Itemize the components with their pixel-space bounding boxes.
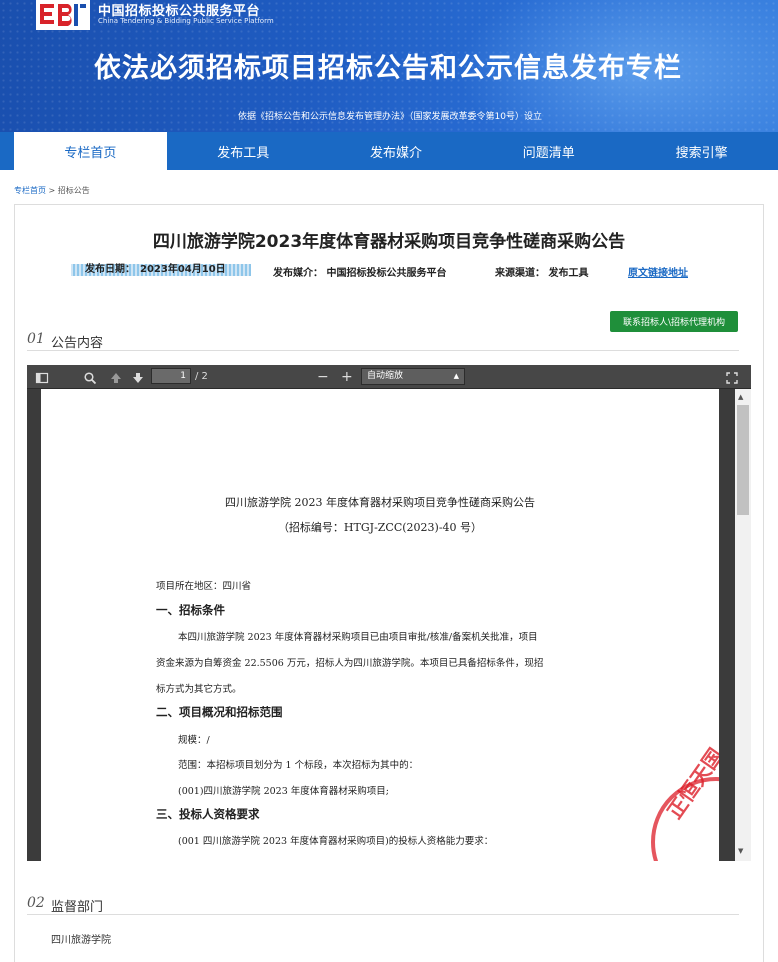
zoom-in-icon[interactable]: + xyxy=(341,369,353,385)
section-label: 监督部门 xyxy=(51,900,104,915)
doc-para-1-line-3: 标方式为其它方式。 xyxy=(156,684,242,695)
notice-container: 四川旅游学院2023年度体育器材采购项目竞争性磋商采购公告 发布日期： 2023… xyxy=(14,204,764,962)
zoom-select[interactable]: 自动缩放 ▲ xyxy=(361,368,465,385)
org-name-en: China Tendering & Bidding Public Service… xyxy=(98,17,274,25)
pdf-scrollbar[interactable]: ▲ ▼ xyxy=(735,389,751,861)
doc-para-1-line-1: 本四川旅游学院 2023 年度体育器材采购项目已由项目审批/核准/备案机关批准，… xyxy=(178,632,538,643)
contact-agency-button[interactable]: 联系招标人\招标代理机构 xyxy=(610,311,738,332)
doc-para-2-line-2: 范围：本招标项目划分为 1 个标段，本次招标为其中的： xyxy=(178,760,419,771)
main-nav: 专栏首页 发布工具 发布媒介 问题清单 搜索引擎 xyxy=(14,132,778,170)
chevron-updown-icon: ▲ xyxy=(453,372,459,380)
publish-media: 发布媒介： 中国招标投标公共服务平台 xyxy=(273,268,447,279)
section-number: 01 xyxy=(27,331,45,347)
doc-code: （招标编号：HTGJ-ZCC(2023)-40 号） xyxy=(277,521,483,534)
nav-item-publish-media[interactable]: 发布媒介 xyxy=(320,132,473,170)
publish-date: 发布日期： 2023年04月10日 xyxy=(71,264,251,276)
scroll-up-icon[interactable]: ▲ xyxy=(738,393,743,401)
doc-para-2-line-3: (001)四川旅游学院 2023 年度体育器材采购项目; xyxy=(178,786,389,797)
doc-para-3-line-1: (001 四川旅游学院 2023 年度体育器材采购项目)的投标人资格能力要求： xyxy=(178,836,494,847)
nav-item-publish-tool[interactable]: 发布工具 xyxy=(167,132,320,170)
doc-heading-1: 一、招标条件 xyxy=(156,603,225,617)
doc-para-2-line-1: 规模：/ xyxy=(178,735,210,746)
banner-subtitle: 依据《招标公告和公示信息发布管理办法》（国家发展改革委令第10号）设立 xyxy=(238,112,542,122)
section-label: 公告内容 xyxy=(51,336,104,351)
doc-para-1-line-2: 资金来源为自筹资金 22.5506 万元，招标人为四川旅游学院。本项目已具备招标… xyxy=(156,658,544,669)
doc-heading-2: 二、项目概况和招标范围 xyxy=(156,705,283,719)
source-link[interactable]: 原文链接地址 xyxy=(628,264,688,279)
section-header-content: 01 公告内容 xyxy=(27,331,739,351)
previous-page-icon[interactable] xyxy=(109,370,123,386)
doc-heading-3: 三、投标人资格要求 xyxy=(156,807,260,821)
breadcrumb-current: 招标公告 xyxy=(57,186,90,195)
page-total: / 2 xyxy=(195,371,208,382)
pdf-page: 四川旅游学院 2023 年度体育器材采购项目竞争性磋商采购公告 （招标编号：HT… xyxy=(41,389,719,861)
section-header-supervision: 02 监督部门 xyxy=(27,895,739,915)
fullscreen-icon[interactable] xyxy=(725,370,739,386)
banner-title: 依法必须招标项目招标公告和公示信息发布专栏 xyxy=(94,53,682,84)
scroll-thumb[interactable] xyxy=(737,405,749,515)
platform-logo-icon[interactable] xyxy=(36,0,90,30)
pdf-viewer[interactable]: 1 / 2 − + 自动缩放 ▲ 四川旅游学院 2023 年度体育器材采购项目竞… xyxy=(27,365,751,861)
search-icon[interactable] xyxy=(83,370,97,386)
header-banner: 中国招标投标公共服务平台 China Tendering & Bidding P… xyxy=(0,0,778,132)
breadcrumb-separator: > xyxy=(48,186,56,195)
zoom-out-icon[interactable]: − xyxy=(317,369,329,385)
nav-item-home[interactable]: 专栏首页 xyxy=(14,132,167,170)
sidebar-toggle-icon[interactable] xyxy=(35,370,49,386)
zoom-value: 自动缩放 xyxy=(367,371,404,381)
notice-title: 四川旅游学院2023年度体育器材采购项目竞争性磋商采购公告 xyxy=(152,232,626,252)
breadcrumb-home[interactable]: 专栏首页 xyxy=(14,186,46,195)
doc-title: 四川旅游学院 2023 年度体育器材采购项目竞争性磋商采购公告 xyxy=(225,496,535,509)
pdf-toolbar: 1 / 2 − + 自动缩放 ▲ xyxy=(27,365,751,389)
section-number: 02 xyxy=(27,895,45,911)
nav-item-faq[interactable]: 问题清单 xyxy=(472,132,625,170)
doc-region: 项目所在地区：四川省 xyxy=(156,581,252,592)
page-number-input[interactable]: 1 xyxy=(151,368,191,384)
source-channel: 来源渠道： 发布工具 xyxy=(495,268,589,279)
supervising-department: 四川旅游学院 xyxy=(51,935,111,946)
scroll-down-icon[interactable]: ▼ xyxy=(738,847,743,855)
nav-item-search-engine[interactable]: 搜索引擎 xyxy=(625,132,778,170)
next-page-icon[interactable] xyxy=(131,370,145,386)
nav-left-strip xyxy=(0,132,14,170)
breadcrumb: 专栏首页 > 招标公告 xyxy=(14,185,90,196)
